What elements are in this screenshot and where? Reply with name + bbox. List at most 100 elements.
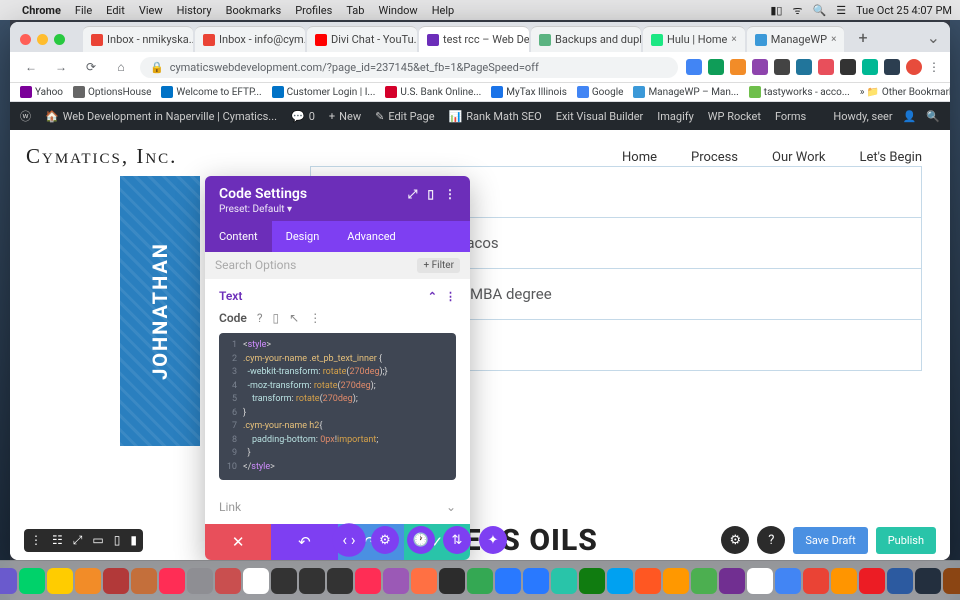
- phone-icon[interactable]: ▯: [273, 311, 280, 325]
- menu-history[interactable]: History: [177, 4, 212, 17]
- search-icon[interactable]: 🔍: [813, 4, 827, 17]
- menu-profiles[interactable]: Profiles: [295, 4, 332, 17]
- desktop-icon[interactable]: ▭: [92, 533, 103, 548]
- name-rotated-module[interactable]: JOHNATHAN: [120, 176, 200, 446]
- site-logo[interactable]: Cymatics, Inc.: [26, 144, 177, 169]
- gear-icon[interactable]: ⚙: [721, 526, 749, 554]
- dock-app-icon[interactable]: [803, 568, 829, 594]
- dock-app-icon[interactable]: [243, 568, 269, 594]
- dock-app-icon[interactable]: [327, 568, 353, 594]
- dock-app-icon[interactable]: [943, 568, 960, 594]
- preset-dropdown[interactable]: Preset: Default ▾: [219, 204, 456, 215]
- help-icon[interactable]: ?: [757, 526, 785, 554]
- ext-icon[interactable]: [774, 59, 790, 75]
- nav-ourwork[interactable]: Our Work: [772, 150, 826, 165]
- ext-icon[interactable]: [818, 59, 834, 75]
- dock-app-icon[interactable]: [131, 568, 157, 594]
- nav-process[interactable]: Process: [691, 150, 738, 165]
- section-link[interactable]: Link: [219, 500, 241, 514]
- tab-list-button[interactable]: ⌄: [917, 28, 950, 47]
- dock-app-icon[interactable]: [635, 568, 661, 594]
- code-settings-panel[interactable]: Code Settings ⤢ ▯ ⋮ Preset: Default ▾ Co…: [205, 176, 470, 560]
- ext-icon[interactable]: [752, 59, 768, 75]
- browser-tab[interactable]: test rcc – Web De...×: [419, 26, 529, 52]
- chevron-down-icon[interactable]: ⌄: [446, 500, 456, 514]
- dock-app-icon[interactable]: [19, 568, 45, 594]
- browser-tab[interactable]: Backups and dupl...×: [531, 26, 641, 52]
- menu-bookmarks[interactable]: Bookmarks: [226, 4, 282, 17]
- filter-button[interactable]: + Filter: [417, 258, 460, 273]
- wp-howdy[interactable]: Howdy, seer: [833, 110, 892, 123]
- close-window[interactable]: [20, 34, 31, 45]
- swap-icon[interactable]: ⇅: [443, 526, 471, 554]
- divi-toggle-button[interactable]: ‹ ›: [332, 523, 366, 557]
- ext-icon[interactable]: [840, 59, 856, 75]
- browser-tab[interactable]: ManageWP×: [747, 26, 845, 52]
- bookmark-item[interactable]: MyTax Illinois: [491, 86, 567, 98]
- app-name[interactable]: Chrome: [22, 4, 61, 17]
- code-editor[interactable]: 1<style>2.cym-your-name .et_pb_text_inne…: [219, 333, 456, 480]
- tablet-icon[interactable]: ▯: [114, 533, 121, 548]
- dock-app-icon[interactable]: [75, 568, 101, 594]
- browser-tab[interactable]: Divi Chat - YouTu...×: [307, 26, 417, 52]
- bookmark-item[interactable]: ManageWP – Man...: [633, 86, 738, 98]
- close-tab-icon[interactable]: ×: [831, 34, 836, 45]
- save-draft-button[interactable]: Save Draft: [793, 527, 867, 554]
- ext-icon[interactable]: [708, 59, 724, 75]
- dock-app-icon[interactable]: [915, 568, 941, 594]
- dock-app-icon[interactable]: [215, 568, 241, 594]
- menu-tab[interactable]: Tab: [346, 4, 364, 17]
- publish-button[interactable]: Publish: [876, 527, 936, 554]
- dock-app-icon[interactable]: [747, 568, 773, 594]
- dock-app-icon[interactable]: [663, 568, 689, 594]
- close-tab-icon[interactable]: ×: [731, 34, 736, 45]
- dock-app-icon[interactable]: [159, 568, 185, 594]
- ext-icon[interactable]: [906, 59, 922, 75]
- ext-icon[interactable]: [686, 59, 702, 75]
- reload-button[interactable]: ⟳: [80, 56, 102, 78]
- wp-logo-icon[interactable]: ⓦ: [20, 108, 31, 124]
- dock-app-icon[interactable]: [355, 568, 381, 594]
- bookmark-item[interactable]: U.S. Bank Online...: [385, 86, 481, 98]
- dock-app-icon[interactable]: [887, 568, 913, 594]
- more-icon[interactable]: ⋮: [309, 311, 321, 325]
- clock[interactable]: Tue Oct 25 4:07 PM: [856, 4, 952, 17]
- search-input[interactable]: Search Options: [215, 258, 296, 273]
- menu-file[interactable]: File: [75, 4, 92, 17]
- menu-help[interactable]: Help: [432, 4, 455, 17]
- bookmark-item[interactable]: Yahoo: [20, 86, 63, 98]
- dock-app-icon[interactable]: [47, 568, 73, 594]
- maximize-window[interactable]: [54, 34, 65, 45]
- snap-icon[interactable]: ▯: [427, 187, 434, 202]
- dock-app-icon[interactable]: [831, 568, 857, 594]
- dock-app-icon[interactable]: [719, 568, 745, 594]
- more-icon[interactable]: ⋮: [445, 290, 456, 303]
- avatar-icon[interactable]: 👤: [903, 110, 917, 123]
- dock-app-icon[interactable]: [187, 568, 213, 594]
- dock-app-icon[interactable]: [551, 568, 577, 594]
- bookmark-item[interactable]: Google: [577, 86, 624, 98]
- dock-app-icon[interactable]: [859, 568, 885, 594]
- dock-app-icon[interactable]: [299, 568, 325, 594]
- wifi-icon[interactable]: ᯤ: [792, 3, 802, 18]
- dock-app-icon[interactable]: [691, 568, 717, 594]
- wp-exit-vb[interactable]: Exit Visual Builder: [556, 110, 644, 123]
- dock-app-icon[interactable]: [0, 568, 17, 594]
- browser-tab[interactable]: Hulu | Home×: [643, 26, 745, 52]
- more-icon[interactable]: ⋮: [30, 533, 42, 548]
- nav-home[interactable]: Home: [622, 150, 657, 165]
- new-tab-button[interactable]: +: [852, 24, 873, 51]
- bookmark-item[interactable]: OptionsHouse: [73, 86, 151, 98]
- wp-comments[interactable]: 💬 0: [291, 110, 315, 123]
- dock-app-icon[interactable]: [579, 568, 605, 594]
- wp-rankmath[interactable]: 📊 Rank Math SEO: [449, 110, 542, 123]
- expand-icon[interactable]: ⤢: [408, 187, 418, 202]
- section-text[interactable]: Text: [219, 289, 242, 303]
- settings-icon[interactable]: ⚙: [371, 526, 399, 554]
- browser-tab[interactable]: Inbox - info@cym...×: [195, 26, 305, 52]
- url-input[interactable]: 🔒 cymaticswebdevelopment.com/?page_id=23…: [140, 57, 678, 78]
- wp-site-link[interactable]: 🏠 Web Development in Naperville | Cymati…: [45, 110, 277, 123]
- ext-icon[interactable]: [884, 59, 900, 75]
- dock-app-icon[interactable]: [495, 568, 521, 594]
- menu-view[interactable]: View: [139, 4, 163, 17]
